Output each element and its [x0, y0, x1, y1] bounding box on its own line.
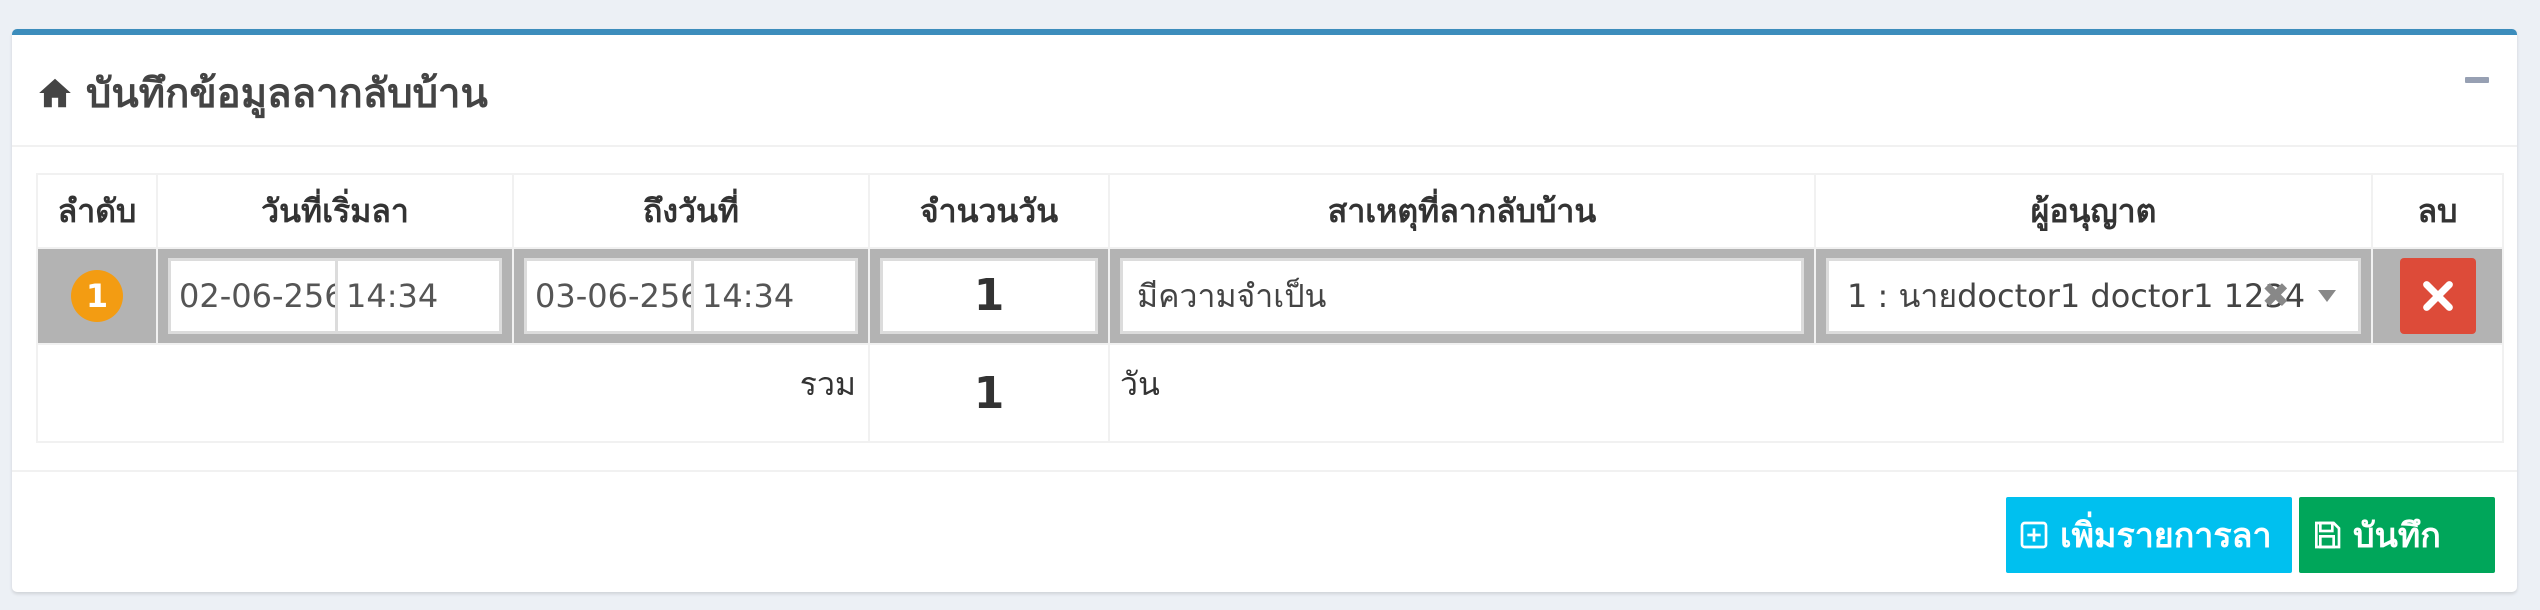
- reason-cell: มีความจำเป็น: [1108, 247, 1816, 345]
- reason-input[interactable]: มีความจำเป็น: [1120, 258, 1804, 334]
- home-icon: [39, 78, 71, 108]
- summary-label: รวม: [36, 343, 870, 443]
- col-header-start-date: วันที่เริ่มลา: [156, 173, 514, 249]
- leave-table: ลำดับ วันที่เริ่มลา ถึงวันที่ จำนวนวัน ส…: [36, 173, 2504, 443]
- summary-row: รวม 1 วัน: [36, 343, 2504, 443]
- col-header-reason: สาเหตุที่ลากลับบ้าน: [1108, 173, 1816, 249]
- approver-select[interactable]: 1 : นายdoctor1 doctor1 1234 ✖: [1826, 258, 2361, 334]
- clear-selection-icon[interactable]: ✖: [2262, 261, 2291, 331]
- end-time-input[interactable]: 14:34: [690, 258, 858, 334]
- table-row: 1 02-06-2563 14:34 03-06-2563 14:34 1: [36, 247, 2504, 345]
- panel-header: บันทึกข้อมูลลากลับบ้าน: [12, 35, 2517, 147]
- panel-title-text: บันทึกข้อมูลลากลับบ้าน: [86, 71, 488, 117]
- col-header-days: จำนวนวัน: [868, 173, 1110, 249]
- start-time-input[interactable]: 14:34: [334, 258, 502, 334]
- close-icon: [2422, 281, 2453, 311]
- end-cell: 03-06-2563 14:34: [512, 247, 870, 345]
- end-datetime: 03-06-2563 14:34: [524, 258, 858, 334]
- add-leave-label: เพิ่มรายการลา: [2060, 516, 2272, 556]
- footer-divider: [12, 470, 2517, 472]
- leave-panel: บันทึกข้อมูลลากลับบ้าน ลำดับ วันที่เริ่ม…: [12, 29, 2517, 592]
- start-date-input[interactable]: 02-06-2563: [168, 258, 335, 334]
- order-badge: 1: [71, 270, 123, 322]
- col-header-end-date: ถึงวันที่: [512, 173, 870, 249]
- collapse-minus-icon[interactable]: [2465, 77, 2489, 83]
- delete-row-button[interactable]: [2399, 258, 2476, 334]
- end-date-input[interactable]: 03-06-2563: [524, 258, 691, 334]
- save-button[interactable]: บันทึก: [2299, 497, 2495, 573]
- approver-cell: 1 : นายdoctor1 doctor1 1234 ✖: [1814, 247, 2373, 345]
- days-cell: 1: [868, 247, 1110, 345]
- plus-square-icon: [2020, 521, 2048, 549]
- panel-title: บันทึกข้อมูลลากลับบ้าน: [36, 61, 488, 125]
- table-header-row: ลำดับ วันที่เริ่มลา ถึงวันที่ จำนวนวัน ส…: [36, 173, 2504, 249]
- summary-total: 1: [868, 343, 1110, 443]
- summary-unit: วัน: [1108, 343, 2504, 443]
- dropdown-arrow-icon[interactable]: [2318, 290, 2336, 302]
- add-leave-button[interactable]: เพิ่มรายการลา: [2006, 497, 2292, 573]
- order-cell: 1: [36, 247, 158, 345]
- floppy-disk-icon: [2315, 521, 2341, 549]
- start-cell: 02-06-2563 14:34: [156, 247, 514, 345]
- col-header-approver: ผู้อนุญาต: [1814, 173, 2373, 249]
- start-datetime: 02-06-2563 14:34: [168, 258, 502, 334]
- days-input[interactable]: 1: [880, 258, 1098, 334]
- approver-selected-text: 1 : นายdoctor1 doctor1 1234: [1847, 277, 2306, 315]
- save-label: บันทึก: [2353, 516, 2441, 556]
- col-header-delete: ลบ: [2371, 173, 2504, 249]
- delete-cell: [2371, 247, 2504, 345]
- col-header-order: ลำดับ: [36, 173, 158, 249]
